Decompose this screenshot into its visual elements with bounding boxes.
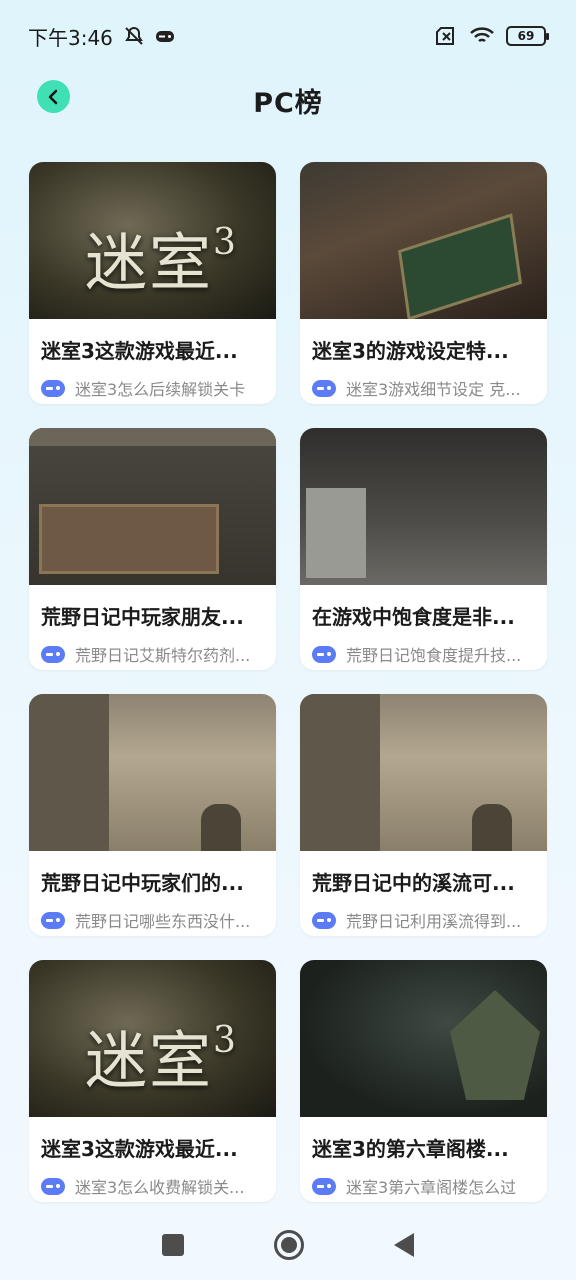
card-subtitle: 迷室3怎么收费解锁关... <box>75 1178 245 1197</box>
card-subtitle-row: 荒野日记饱食度提升技... <box>300 642 547 666</box>
article-card[interactable]: 迷室3 迷室3这款游戏最近... 迷室3怎么后续解锁关卡 <box>29 162 276 404</box>
card-subtitle-row: 荒野日记艾斯特尔药剂... <box>29 642 276 666</box>
card-thumbnail <box>300 960 547 1117</box>
article-card[interactable]: 迷室3的游戏设定特... 迷室3游戏细节设定 克... <box>300 162 547 404</box>
back-nav-button[interactable] <box>394 1233 414 1257</box>
home-icon <box>281 1237 297 1253</box>
article-card[interactable]: 荒野日记中玩家们的... 荒野日记哪些东西没什... <box>29 694 276 936</box>
do-not-disturb-icon <box>123 25 145 47</box>
card-subtitle: 荒野日记利用溪流得到... <box>346 912 522 931</box>
gamepad-icon <box>312 645 336 663</box>
book-art <box>397 213 523 319</box>
game-controller-icon <box>155 28 175 44</box>
game-logo: 迷室3 <box>85 1010 238 1100</box>
card-thumbnail <box>300 162 547 319</box>
game-logo-text: 迷室 <box>85 1024 214 1097</box>
card-subtitle-row: 迷室3怎么后续解锁关卡 <box>29 376 276 400</box>
back-button[interactable] <box>37 80 70 113</box>
card-thumbnail <box>29 428 276 585</box>
header: PC榜 <box>0 72 576 128</box>
card-thumbnail: 迷室3 <box>29 162 276 319</box>
card-title: 荒野日记中玩家们的... <box>41 871 244 895</box>
card-subtitle-row: 迷室3游戏细节设定 克... <box>300 376 547 400</box>
gamepad-icon <box>41 911 65 929</box>
gamepad-icon <box>41 645 65 663</box>
recents-button[interactable] <box>162 1234 184 1256</box>
article-card[interactable]: 迷室3 迷室3这款游戏最近... 迷室3怎么收费解锁关... <box>29 960 276 1202</box>
card-title: 迷室3的游戏设定特... <box>312 339 509 363</box>
card-thumbnail <box>300 694 547 851</box>
article-grid: 迷室3 迷室3这款游戏最近... 迷室3怎么后续解锁关卡 迷室3的游戏设定特..… <box>29 162 547 1202</box>
gamepad-icon <box>41 1177 65 1195</box>
system-nav-bar <box>0 1210 576 1280</box>
card-thumbnail <box>29 694 276 851</box>
card-title: 迷室3的第六章阁楼... <box>312 1137 509 1161</box>
battery-indicator: 69 <box>506 26 549 46</box>
status-time: 下午3:46 <box>28 25 113 50</box>
page-title: PC榜 <box>253 87 323 119</box>
card-subtitle-row: 迷室3怎么收费解锁关... <box>29 1174 276 1198</box>
card-title: 荒野日记中的溪流可... <box>312 871 515 895</box>
status-left: 下午3:46 <box>28 22 175 51</box>
gamepad-icon <box>312 379 336 397</box>
ruins-wall-art <box>300 694 380 851</box>
game-logo-number: 3 <box>213 1020 238 1062</box>
article-card[interactable]: 迷室3的第六章阁楼... 迷室3第六章阁楼怎么过 <box>300 960 547 1202</box>
status-bar: 下午3:46 69 <box>0 0 576 72</box>
card-subtitle: 迷室3游戏细节设定 克... <box>346 380 521 399</box>
card-thumbnail <box>300 428 547 585</box>
gamepad-icon <box>312 911 336 929</box>
figure-art <box>472 804 512 851</box>
card-subtitle-row: 迷室3第六章阁楼怎么过 <box>300 1174 547 1198</box>
card-subtitle: 荒野日记饱食度提升技... <box>346 646 522 665</box>
card-title: 荒野日记中玩家朋友... <box>41 605 244 629</box>
card-title: 迷室3这款游戏最近... <box>41 339 238 363</box>
status-right: 69 <box>436 26 549 46</box>
card-subtitle: 迷室3怎么后续解锁关卡 <box>75 380 246 399</box>
panel-bar-art <box>29 428 276 446</box>
chevron-left-icon <box>48 89 57 104</box>
panel-box-art <box>39 504 219 574</box>
dice-art <box>450 990 540 1100</box>
sim-off-icon <box>436 27 458 45</box>
game-logo-text: 迷室 <box>85 226 214 299</box>
wifi-icon <box>470 27 494 45</box>
article-card[interactable]: 在游戏中饱食度是非... 荒野日记饱食度提升技... <box>300 428 547 670</box>
card-subtitle-row: 荒野日记利用溪流得到... <box>300 908 547 932</box>
article-card[interactable]: 荒野日记中玩家朋友... 荒野日记艾斯特尔药剂... <box>29 428 276 670</box>
figure-art <box>201 804 241 851</box>
game-logo-number: 3 <box>213 222 238 264</box>
card-title: 在游戏中饱食度是非... <box>312 605 515 629</box>
gamepad-icon <box>312 1177 336 1195</box>
card-thumbnail: 迷室3 <box>29 960 276 1117</box>
ruins-wall-art <box>29 694 109 851</box>
home-button[interactable] <box>274 1230 304 1260</box>
card-subtitle-row: 荒野日记哪些东西没什... <box>29 908 276 932</box>
card-title: 迷室3这款游戏最近... <box>41 1137 238 1161</box>
card-subtitle: 荒野日记艾斯特尔药剂... <box>75 646 251 665</box>
portrait-art <box>306 488 366 578</box>
card-subtitle: 迷室3第六章阁楼怎么过 <box>346 1178 517 1197</box>
card-subtitle: 荒野日记哪些东西没什... <box>75 912 251 931</box>
article-card[interactable]: 荒野日记中的溪流可... 荒野日记利用溪流得到... <box>300 694 547 936</box>
game-logo: 迷室3 <box>85 212 238 302</box>
gamepad-icon <box>41 379 65 397</box>
